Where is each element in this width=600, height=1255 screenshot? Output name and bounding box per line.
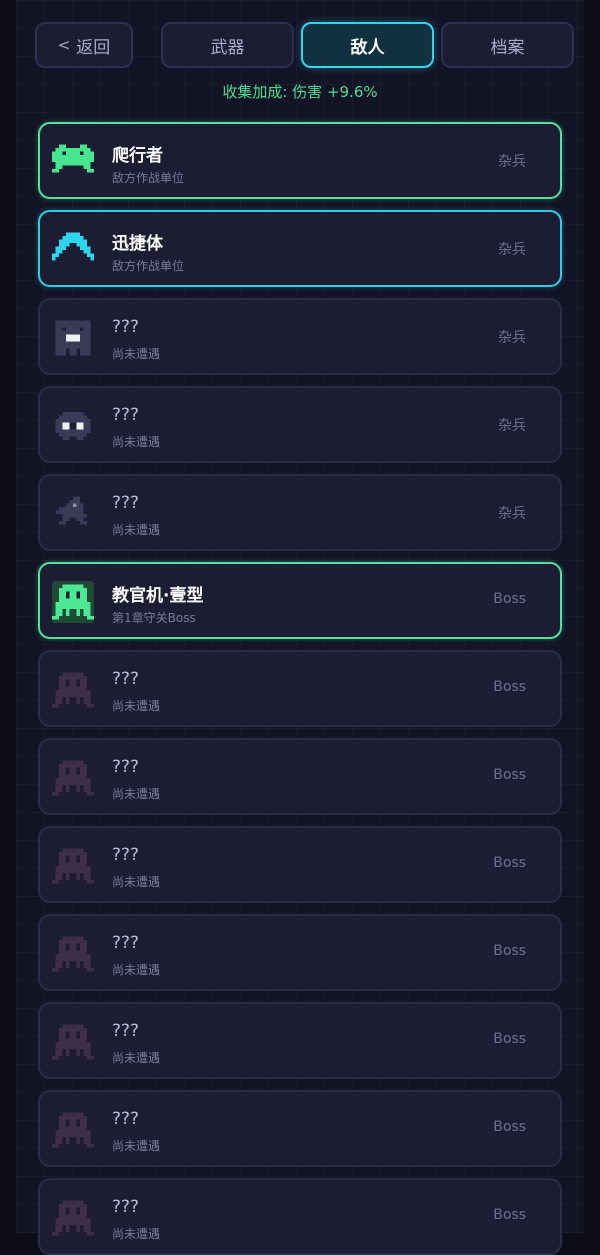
enemy-name: ??? xyxy=(112,493,140,513)
enemy-name: ??? xyxy=(112,933,140,953)
enemy-card-swift[interactable]: 迅捷体 敌方作战单位 杂兵 xyxy=(38,210,562,287)
enemy-name: ??? xyxy=(112,405,140,425)
enemy-tier: 杂兵 xyxy=(498,506,526,522)
top-bar: < 返回 武器 敌人 档案 xyxy=(16,22,584,70)
back-label: 返回 xyxy=(76,37,111,58)
locked-eye-enemy-icon xyxy=(55,412,91,440)
locked-boss-icon xyxy=(52,1112,94,1148)
enemy-name: ??? xyxy=(112,669,140,689)
locked-bird-enemy-icon xyxy=(55,496,87,525)
enemy-codex-page: < 返回 武器 敌人 档案 收集加成: 伤害 +9.6% 爬行者 敌方作战单位 … xyxy=(16,0,584,1255)
locked-boss-icon xyxy=(52,936,94,972)
locked-boss-icon xyxy=(52,1024,94,1060)
green-boss-icon xyxy=(52,581,94,623)
enemy-subtitle: 尚未遭遇 xyxy=(112,787,161,801)
enemy-name: ??? xyxy=(112,1021,140,1041)
enemy-tier: 杂兵 xyxy=(498,242,526,258)
enemy-subtitle: 尚未遭遇 xyxy=(112,875,161,889)
enemy-tier: Boss xyxy=(493,1207,526,1223)
tab-enemies[interactable]: 敌人 xyxy=(301,22,434,68)
enemy-card-instructor-boss[interactable]: 教官机·壹型 第1章守关Boss Boss xyxy=(38,562,562,639)
enemy-tier: Boss xyxy=(493,1031,526,1047)
enemy-tier: Boss xyxy=(493,855,526,871)
enemy-subtitle: 尚未遭遇 xyxy=(112,1227,161,1241)
boss-card-locked[interactable]: ??? 尚未遭遇 Boss xyxy=(38,826,562,903)
boss-card-locked[interactable]: ??? 尚未遭遇 Boss xyxy=(38,650,562,727)
enemy-name: ??? xyxy=(112,845,140,865)
tab-weapons-label: 武器 xyxy=(210,37,245,58)
collection-bonus-text: 收集加成: 伤害 +9.6% xyxy=(222,83,378,101)
enemy-subtitle: 尚未遭遇 xyxy=(112,699,161,713)
enemy-name: 迅捷体 xyxy=(112,234,163,254)
boss-card-locked[interactable]: ??? 尚未遭遇 Boss xyxy=(38,738,562,815)
enemy-card-locked[interactable]: ??? 尚未遭遇 杂兵 xyxy=(38,474,562,551)
enemy-name: 爬行者 xyxy=(112,146,163,166)
enemy-subtitle: 尚未遭遇 xyxy=(112,347,161,361)
cyan-chevron-icon xyxy=(52,232,94,261)
enemy-subtitle: 敌方作战单位 xyxy=(112,259,185,273)
enemy-subtitle: 尚未遭遇 xyxy=(112,1139,161,1153)
enemy-tier: 杂兵 xyxy=(498,418,526,434)
locked-boss-icon xyxy=(52,848,94,884)
enemy-subtitle: 尚未遭遇 xyxy=(112,523,161,537)
locked-boss-icon xyxy=(52,672,94,708)
enemy-tier: Boss xyxy=(493,943,526,959)
locked-boss-icon xyxy=(52,760,94,796)
enemy-name: ??? xyxy=(112,1197,140,1217)
enemy-card-locked[interactable]: ??? 尚未遭遇 杂兵 xyxy=(38,298,562,375)
boss-card-locked[interactable]: ??? 尚未遭遇 Boss xyxy=(38,914,562,991)
tab-weapons[interactable]: 武器 xyxy=(161,22,294,68)
enemy-subtitle: 尚未遭遇 xyxy=(112,1051,161,1065)
enemy-subtitle: 第1章守关Boss xyxy=(112,611,196,625)
boss-card-locked[interactable]: ??? 尚未遭遇 Boss xyxy=(38,1178,562,1255)
enemy-name: ??? xyxy=(112,317,140,337)
enemy-name: 教官机·壹型 xyxy=(112,586,204,606)
boss-card-locked[interactable]: ??? 尚未遭遇 Boss xyxy=(38,1090,562,1167)
green-invader-icon xyxy=(52,144,94,173)
locked-block-enemy-icon xyxy=(55,320,91,356)
enemy-tier: 杂兵 xyxy=(498,154,526,170)
enemy-tier: Boss xyxy=(493,679,526,695)
enemy-subtitle: 尚未遭遇 xyxy=(112,435,161,449)
enemy-tier: 杂兵 xyxy=(498,330,526,346)
enemy-tier: Boss xyxy=(493,767,526,783)
enemy-card-locked[interactable]: ??? 尚未遭遇 杂兵 xyxy=(38,386,562,463)
tab-archive[interactable]: 档案 xyxy=(441,22,574,68)
enemy-name: ??? xyxy=(112,1109,140,1129)
back-button[interactable]: < 返回 xyxy=(35,22,133,68)
tab-enemies-label: 敌人 xyxy=(350,37,385,58)
enemy-tier: Boss xyxy=(493,1119,526,1135)
enemy-subtitle: 敌方作战单位 xyxy=(112,171,185,185)
enemy-name: ??? xyxy=(112,757,140,777)
enemy-tier: Boss xyxy=(493,591,526,607)
enemy-subtitle: 尚未遭遇 xyxy=(112,963,161,977)
tab-archive-label: 档案 xyxy=(490,37,525,58)
boss-card-locked[interactable]: ??? 尚未遭遇 Boss xyxy=(38,1002,562,1079)
enemy-card-crawler[interactable]: 爬行者 敌方作战单位 杂兵 xyxy=(38,122,562,199)
chevron-left-icon: < xyxy=(57,36,71,54)
